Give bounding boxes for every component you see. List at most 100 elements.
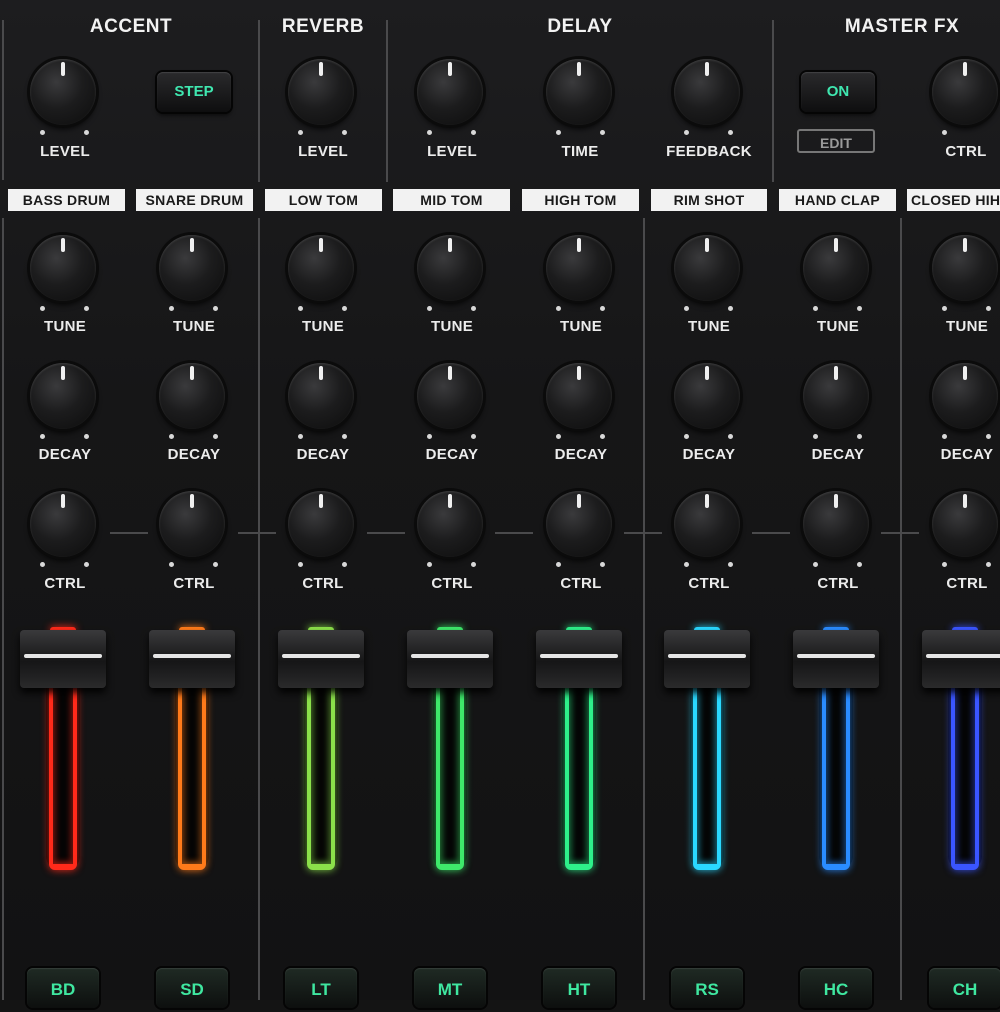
fader-led-glow <box>565 680 569 864</box>
knob-min-dot <box>40 562 45 567</box>
low-tom-decay-knob[interactable] <box>288 363 354 429</box>
hand-clap-pad-button[interactable]: HC <box>800 968 872 1008</box>
high-tom-ctrl-knob[interactable] <box>546 491 612 557</box>
knob-max-dot <box>986 434 991 439</box>
closed-hihat-ctrl-knob[interactable] <box>932 491 998 557</box>
rim-shot-decay-label: DECAY <box>682 446 736 463</box>
step-button[interactable]: STEP <box>157 72 231 112</box>
snare-drum-fader-knob[interactable] <box>149 630 235 688</box>
high-tom-decay-knob[interactable] <box>546 363 612 429</box>
fader-led-glow <box>565 864 593 870</box>
snare-drum-pad-button[interactable]: SD <box>156 968 228 1008</box>
closed-hihat-decay-knob[interactable] <box>932 363 998 429</box>
rim-shot-decay-knob[interactable] <box>674 363 740 429</box>
fader-led-glow <box>846 680 850 864</box>
closed-hihat-pad-button[interactable]: CH <box>929 968 1000 1008</box>
low-tom-fader-knob[interactable] <box>278 630 364 688</box>
delay-time-knob[interactable] <box>546 59 612 125</box>
low-tom-tune-knob[interactable] <box>288 235 354 301</box>
master-fx-on-button[interactable]: ON <box>801 72 875 112</box>
fader-led-glow <box>951 864 979 870</box>
fader-led-glow <box>717 680 721 864</box>
bass-drum-decay-knob[interactable] <box>30 363 96 429</box>
channel-label-snare-drum: SNARE DRUM <box>136 189 253 211</box>
low-tom-ctrl-knob[interactable] <box>288 491 354 557</box>
knob-max-dot <box>471 130 476 135</box>
knob-max-dot <box>728 562 733 567</box>
bass-drum-ctrl-knob[interactable] <box>30 491 96 557</box>
knob-max-dot <box>986 562 991 567</box>
hand-clap-decay-label: DECAY <box>811 446 865 463</box>
high-tom-tune-knob[interactable] <box>546 235 612 301</box>
delay-feedback-knob[interactable] <box>674 59 740 125</box>
knob-min-dot <box>942 562 947 567</box>
hand-clap-fader-knob[interactable] <box>793 630 879 688</box>
delay-level-knob[interactable] <box>417 59 483 125</box>
mid-tom-ctrl-knob[interactable] <box>417 491 483 557</box>
mid-tom-fader-knob[interactable] <box>407 630 493 688</box>
accent-level-knob[interactable] <box>30 59 96 125</box>
knob-min-dot <box>684 562 689 567</box>
snare-drum-ctrl-knob[interactable] <box>159 491 225 557</box>
fader-led-glow <box>178 680 182 864</box>
knob-max-dot <box>600 306 605 311</box>
mid-tom-tune-knob[interactable] <box>417 235 483 301</box>
closed-hihat-fader-track <box>948 680 982 870</box>
hand-clap-tune-knob[interactable] <box>803 235 869 301</box>
mid-tom-pad-button[interactable]: MT <box>414 968 486 1008</box>
hand-clap-decay-knob[interactable] <box>803 363 869 429</box>
channel-label-closed-hihat: CLOSED HIHAT <box>907 189 1000 211</box>
snare-drum-decay-knob[interactable] <box>159 363 225 429</box>
mixer-panel: ACCENT REVERB DELAY MASTER FX LEVEL STEP… <box>0 0 1000 1008</box>
knob-min-dot <box>427 306 432 311</box>
knob-max-dot <box>471 562 476 567</box>
rim-shot-pad-button[interactable]: RS <box>671 968 743 1008</box>
fader-led-glow <box>202 680 206 864</box>
closed-hihat-tune-knob[interactable] <box>932 235 998 301</box>
master-fx-ctrl-knob[interactable] <box>932 59 998 125</box>
hand-clap-fader-track <box>819 680 853 870</box>
knob-max-dot <box>600 562 605 567</box>
master-fx-edit-button[interactable]: EDIT <box>797 129 875 153</box>
rim-shot-ctrl-knob[interactable] <box>674 491 740 557</box>
knob-max-dot <box>342 306 347 311</box>
channel-label-high-tom: HIGH TOM <box>522 189 639 211</box>
knob-min-dot <box>427 434 432 439</box>
closed-hihat-fader-knob[interactable] <box>922 630 1000 688</box>
bass-drum-fader-knob[interactable] <box>20 630 106 688</box>
knob-min-dot <box>40 130 45 135</box>
rim-shot-fader-knob[interactable] <box>664 630 750 688</box>
snare-drum-tune-knob[interactable] <box>159 235 225 301</box>
low-tom-pad-button[interactable]: LT <box>285 968 357 1008</box>
bass-drum-pad-button[interactable]: BD <box>27 968 99 1008</box>
knob-max-dot <box>84 130 89 135</box>
high-tom-pad-button[interactable]: HT <box>543 968 615 1008</box>
knob-max-dot <box>857 306 862 311</box>
bass-drum-tune-knob[interactable] <box>30 235 96 301</box>
high-tom-ctrl-label: CTRL <box>560 575 602 592</box>
knob-min-dot <box>684 434 689 439</box>
hand-clap-ctrl-knob[interactable] <box>803 491 869 557</box>
knob-min-dot <box>556 306 561 311</box>
knob-max-dot <box>471 306 476 311</box>
rim-shot-tune-knob[interactable] <box>674 235 740 301</box>
mid-tom-decay-knob[interactable] <box>417 363 483 429</box>
knob-min-dot <box>813 434 818 439</box>
low-tom-decay-label: DECAY <box>296 446 350 463</box>
knob-min-dot <box>942 306 947 311</box>
reverb-level-knob[interactable] <box>288 59 354 125</box>
section-title-reverb: REVERB <box>281 16 365 37</box>
knob-max-dot <box>213 306 218 311</box>
bass-drum-tune-label: TUNE <box>43 318 87 335</box>
knob-min-dot <box>556 562 561 567</box>
section-title-accent: ACCENT <box>89 16 173 37</box>
high-tom-fader-knob[interactable] <box>536 630 622 688</box>
knob-min-dot <box>556 434 561 439</box>
mid-tom-fader-track <box>433 680 467 870</box>
fader-led-glow <box>436 680 440 864</box>
mid-tom-tune-label: TUNE <box>430 318 474 335</box>
knob-min-dot <box>942 130 947 135</box>
knob-max-dot <box>857 434 862 439</box>
section-title-master-fx: MASTER FX <box>844 16 960 37</box>
hand-clap-tune-label: TUNE <box>816 318 860 335</box>
